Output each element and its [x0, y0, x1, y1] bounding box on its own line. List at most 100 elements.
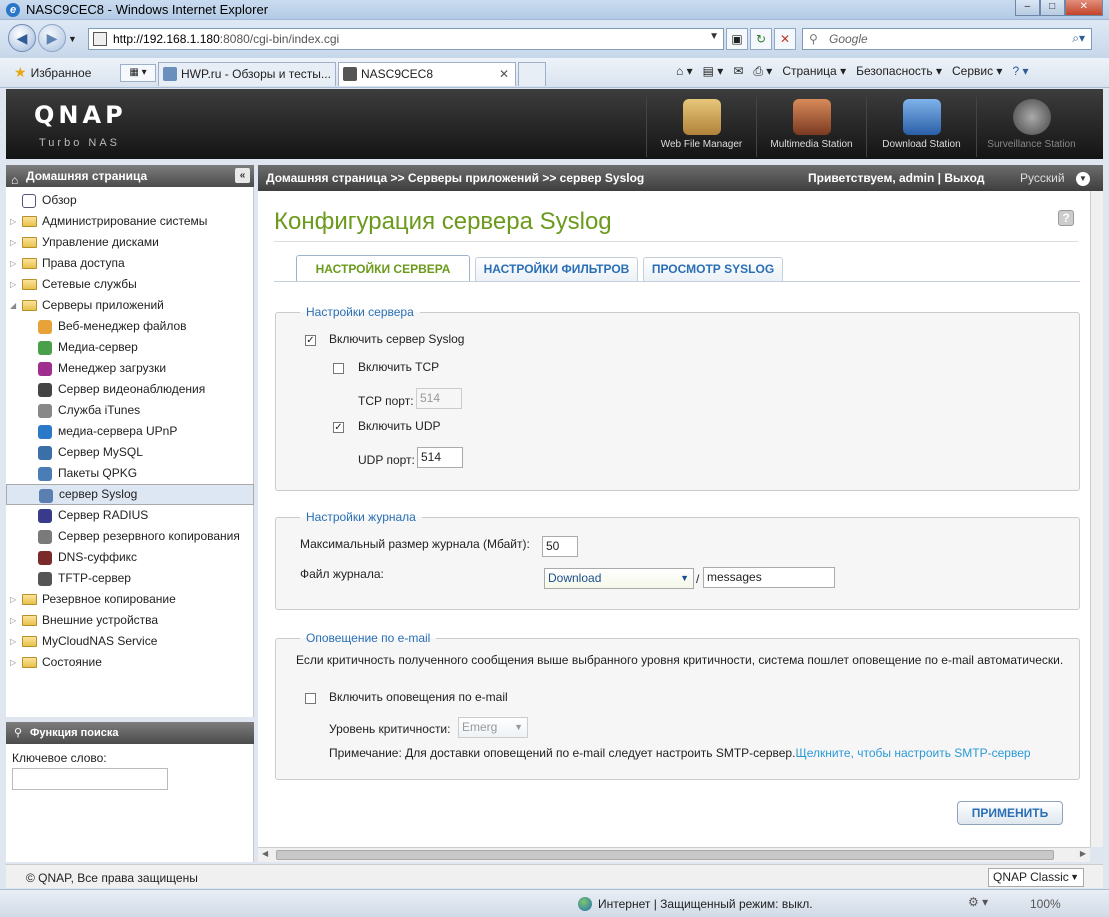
tab-server-settings[interactable]: НАСТРОЙКИ СЕРВЕРА	[296, 255, 470, 282]
search-input[interactable]: ⚲ Google ⌕▾	[802, 28, 1092, 50]
tools-menu[interactable]: Сервис ▾	[952, 64, 1002, 79]
security-menu[interactable]: Безопасность ▾	[856, 64, 942, 79]
expand-arrow-icon[interactable]: ▷	[10, 253, 16, 274]
search-panel-header: ⚲ Функция поиска	[6, 722, 254, 744]
sidebar-item[interactable]: Сервер RADIUS	[6, 505, 254, 526]
expand-arrow-icon[interactable]: ▷	[10, 211, 16, 232]
apply-button[interactable]: ПРИМЕНИТЬ	[957, 801, 1063, 825]
tab-filter-settings[interactable]: НАСТРОЙКИ ФИЛЬТРОВ	[475, 257, 638, 282]
sidebar-item[interactable]: Обзор	[6, 190, 254, 211]
smtp-settings-link[interactable]: Щелкните, чтобы настроить SMTP-сервер	[795, 746, 1030, 760]
sidebar-item[interactable]: TFTP-сервер	[6, 568, 254, 589]
sidebar-item[interactable]: Сервер MySQL	[6, 442, 254, 463]
enable-syslog-checkbox[interactable]: ✓	[305, 335, 316, 346]
language-dropdown-icon[interactable]: ▼	[1076, 172, 1090, 186]
maximize-icon[interactable]: □	[1039, 0, 1065, 16]
udp-port-input[interactable]: 514	[417, 447, 463, 468]
address-bar[interactable]: http://192.168.1.180:8080/cgi-bin/index.…	[88, 28, 724, 50]
udp-port-label: UDP порт:	[358, 453, 415, 467]
sidebar-item-label: Серверы приложений	[42, 298, 164, 312]
sidebar-item-label: Сетевые службы	[42, 277, 137, 291]
zoom-level[interactable]: 100%	[1030, 897, 1061, 911]
surveillance-station-button[interactable]: Surveillance Station	[976, 97, 1086, 157]
print-icon[interactable]: ⎙ ▾	[753, 64, 772, 79]
collapse-sidebar-icon[interactable]: «	[235, 168, 250, 183]
sidebar-item[interactable]: ▷ Резервное копирование	[6, 589, 254, 610]
web-file-manager-button[interactable]: Web File Manager	[646, 97, 756, 157]
vertical-scrollbar[interactable]	[1090, 191, 1103, 847]
sidebar-item[interactable]: Пакеты QPKG	[6, 463, 254, 484]
sidebar-item[interactable]: сервер Syslog	[6, 484, 254, 505]
sidebar-item[interactable]: ▷ MyCloudNAS Service	[6, 631, 254, 652]
address-dropdown-icon[interactable]: ▼	[709, 31, 719, 42]
expand-arrow-icon[interactable]: ▷	[10, 274, 16, 295]
enable-udp-checkbox[interactable]: ✓	[333, 422, 344, 433]
tab-hwp[interactable]: HWP.ru - Обзоры и тесты...	[158, 62, 336, 86]
sidebar-item[interactable]: ▷ Внешние устройства	[6, 610, 254, 631]
close-tab-icon[interactable]: ✕	[499, 63, 509, 85]
feeds-icon[interactable]: ▤ ▾	[703, 64, 724, 79]
log-folder-select[interactable]: Download ▼	[544, 568, 694, 589]
sidebar-item[interactable]: ◢ Серверы приложений	[6, 295, 254, 316]
scroll-thumb[interactable]	[276, 850, 1054, 860]
sidebar-item[interactable]: ▷ Права доступа	[6, 253, 254, 274]
compat-view-icon[interactable]: ▣	[726, 28, 748, 50]
refresh-icon[interactable]: ↻	[750, 28, 772, 50]
language-selector[interactable]: Русский	[1020, 165, 1065, 191]
new-tab-button[interactable]	[518, 62, 546, 86]
download-station-button[interactable]: Download Station	[866, 97, 976, 157]
sidebar-item[interactable]: Медиа-сервер	[6, 337, 254, 358]
globe-icon	[578, 897, 592, 911]
keyword-input[interactable]	[12, 768, 168, 790]
quick-tabs-button[interactable]: ▦ ▾	[120, 64, 156, 82]
close-window-icon[interactable]: ✕	[1064, 0, 1103, 16]
app-icon	[38, 341, 52, 355]
mail-icon[interactable]: ✉	[733, 64, 743, 79]
sidebar-item[interactable]: ▷ Состояние	[6, 652, 254, 673]
enable-tcp-checkbox[interactable]	[333, 363, 344, 374]
sidebar-item[interactable]: Менеджер загрузки	[6, 358, 254, 379]
theme-select[interactable]: QNAP Classic ▼	[988, 868, 1084, 887]
sidebar-item[interactable]: ▷ Администрирование системы	[6, 211, 254, 232]
multimedia-station-button[interactable]: Multimedia Station	[756, 97, 866, 157]
tab-nasc9cec8[interactable]: NASC9CEC8 ✕	[338, 62, 516, 86]
page-menu[interactable]: Страница ▾	[782, 64, 846, 79]
help-icon[interactable]: ?	[1058, 210, 1074, 226]
protected-mode-icon[interactable]: ⚙ ▾	[968, 895, 988, 909]
enable-udp-label: Включить UDP	[358, 419, 441, 433]
sidebar-item-label: Служба iTunes	[58, 403, 141, 417]
home-icon[interactable]: ⌂ ▾	[676, 64, 693, 79]
sidebar-item[interactable]: DNS-суффикс	[6, 547, 254, 568]
search-icon[interactable]: ⌕▾	[1072, 31, 1085, 46]
log-file-name-input[interactable]: messages	[703, 567, 835, 588]
back-button[interactable]: ◀	[8, 24, 36, 52]
sidebar-item[interactable]: Служба iTunes	[6, 400, 254, 421]
welcome-logout[interactable]: Приветствуем, admin | Выход	[808, 165, 984, 191]
tcp-port-input[interactable]: 514	[416, 388, 462, 409]
stop-icon[interactable]: ✕	[774, 28, 796, 50]
sidebar-item[interactable]: ▷ Управление дисками	[6, 232, 254, 253]
expand-arrow-icon[interactable]: ▷	[10, 589, 16, 610]
enable-email-checkbox[interactable]	[305, 693, 316, 704]
favorites-button[interactable]: ★ Избранное	[14, 64, 91, 81]
sidebar-item[interactable]: медиа-сервера UPnP	[6, 421, 254, 442]
sidebar-item[interactable]: ▷ Сетевые службы	[6, 274, 254, 295]
tab-syslog-viewer[interactable]: ПРОСМОТР SYSLOG	[643, 257, 783, 282]
max-log-size-input[interactable]: 50	[542, 536, 578, 557]
help-icon[interactable]: ? ▾	[1012, 64, 1028, 79]
sidebar-item[interactable]: Сервер видеонаблюдения	[6, 379, 254, 400]
expand-arrow-icon[interactable]: ▷	[10, 631, 16, 652]
horizontal-scrollbar[interactable]: ◀ ▶	[258, 847, 1090, 862]
keyword-label: Ключевое слово:	[12, 751, 107, 765]
expanded-arrow-icon[interactable]: ◢	[10, 295, 16, 316]
expand-arrow-icon[interactable]: ▷	[10, 232, 16, 253]
sidebar-item[interactable]: Сервер резервного копирования	[6, 526, 254, 547]
expand-arrow-icon[interactable]: ▷	[10, 610, 16, 631]
sidebar-item[interactable]: Веб-менеджер файлов	[6, 316, 254, 337]
forward-button[interactable]: ▶	[38, 24, 66, 52]
expand-arrow-icon[interactable]: ▷	[10, 652, 16, 673]
severity-select[interactable]: Emerg ▼	[458, 717, 528, 738]
history-dropdown-icon[interactable]: ▼	[68, 34, 77, 44]
minimize-icon[interactable]: –	[1015, 0, 1040, 16]
tcp-port-label: TCP порт:	[358, 394, 414, 408]
